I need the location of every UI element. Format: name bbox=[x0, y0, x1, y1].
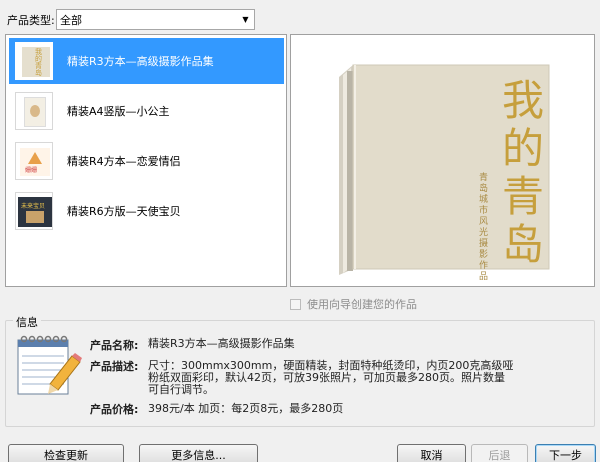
product-name-value: 精装R3方本—高级摄影作品集 bbox=[148, 337, 295, 350]
product-price-value: 398元/本 加页：每2页8元，最多280页 bbox=[148, 402, 344, 415]
product-list[interactable]: 我的青岛 精装R3方本—高级摄影作品集 精装A4竖版—小公主 姗姗 精装R4方本… bbox=[5, 34, 287, 287]
list-item-label: 精装A4竖版—小公主 bbox=[67, 105, 170, 118]
list-item[interactable]: 我的青岛 精装R3方本—高级摄影作品集 bbox=[9, 38, 284, 84]
list-item-label: 精装R4方本—恋爱情侣 bbox=[67, 155, 181, 168]
list-item-label: 精装R6方版—天使宝贝 bbox=[67, 205, 181, 218]
chevron-down-icon[interactable]: ▼ bbox=[237, 10, 254, 29]
more-info-button[interactable]: 更多信息... bbox=[139, 444, 258, 462]
list-item[interactable]: 未来宝贝 精装R6方版—天使宝贝 bbox=[9, 188, 284, 234]
product-price-label: 产品价格: bbox=[90, 403, 139, 416]
product-thumbnail: 未来宝贝 bbox=[15, 192, 53, 230]
wizard-checkbox-label: 使用向导创建您的作品 bbox=[307, 298, 417, 311]
info-group-title: 信息 bbox=[13, 314, 41, 330]
check-update-button[interactable]: 检查更新 bbox=[8, 444, 124, 462]
cover-title: 我的青岛 bbox=[501, 76, 544, 269]
product-name-label: 产品名称: bbox=[90, 339, 139, 352]
product-thumbnail bbox=[15, 92, 53, 130]
back-button[interactable]: 后退 bbox=[471, 444, 528, 462]
cancel-button[interactable]: 取消 bbox=[397, 444, 466, 462]
product-type-label: 产品类型: bbox=[7, 14, 55, 27]
cover-subtitle: 青岛城市风光摄影作品 bbox=[479, 173, 489, 282]
product-desc-line: 可自行调节。 bbox=[148, 383, 214, 396]
list-item[interactable]: 姗姗 精装R4方本—恋爱情侣 bbox=[9, 138, 284, 184]
thumb-cover-text: 未来宝贝 bbox=[21, 203, 46, 210]
list-item[interactable]: 精装A4竖版—小公主 bbox=[9, 88, 284, 134]
notepad-pencil-icon bbox=[17, 335, 82, 395]
product-type-select[interactable]: 全部 ▼ bbox=[56, 9, 255, 30]
wizard-checkbox-row[interactable]: 使用向导创建您的作品 bbox=[290, 296, 417, 312]
list-item-label: 精装R3方本—高级摄影作品集 bbox=[67, 55, 214, 68]
product-type-selected-value: 全部 bbox=[60, 13, 82, 27]
product-desc-label: 产品描述: bbox=[90, 360, 139, 373]
product-thumbnail: 姗姗 bbox=[15, 142, 53, 180]
thumb-cover-text: 我的青岛 bbox=[35, 48, 42, 77]
thumb-cover-text: 姗姗 bbox=[25, 167, 38, 174]
wizard-checkbox[interactable] bbox=[290, 298, 301, 310]
next-button[interactable]: 下一步 bbox=[535, 444, 596, 462]
product-preview: 我的青岛 青岛城市风光摄影作品 bbox=[290, 34, 595, 287]
product-thumbnail: 我的青岛 bbox=[15, 42, 53, 80]
